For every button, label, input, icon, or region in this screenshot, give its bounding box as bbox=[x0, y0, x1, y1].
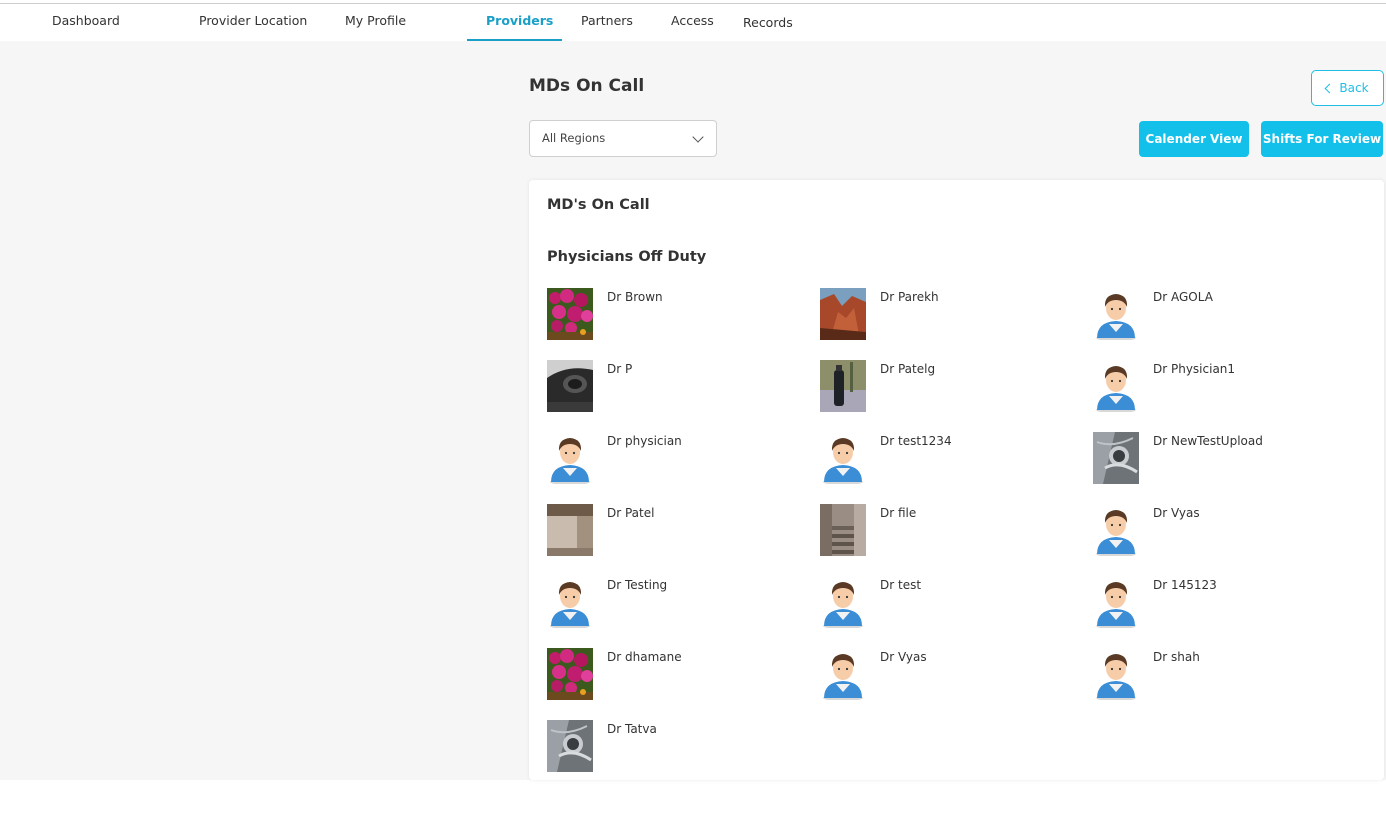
physician-name: Dr Tatva bbox=[607, 722, 657, 736]
physician-item[interactable]: Dr physician bbox=[547, 432, 807, 488]
physician-item[interactable]: Dr dhamane bbox=[547, 648, 807, 704]
physician-item[interactable]: Dr Brown bbox=[547, 288, 807, 344]
physician-name: Dr Vyas bbox=[1153, 506, 1200, 520]
physician-name: Dr Parekh bbox=[880, 290, 939, 304]
default-user-avatar-icon bbox=[1093, 648, 1139, 700]
default-user-avatar-icon bbox=[1093, 360, 1139, 412]
physician-photo bbox=[820, 288, 866, 340]
md-on-call-card: MD's On Call Physicians Off Duty Dr Brow… bbox=[529, 180, 1384, 780]
default-user-avatar-icon bbox=[1093, 504, 1139, 556]
physician-name: Dr file bbox=[880, 506, 917, 520]
physician-name: Dr Testing bbox=[607, 578, 668, 592]
default-user-avatar-icon bbox=[820, 576, 866, 628]
physician-item[interactable]: Dr test bbox=[820, 576, 1080, 632]
page-title: MDs On Call bbox=[529, 76, 645, 96]
physician-item[interactable]: Dr P bbox=[547, 360, 807, 416]
back-label: Back bbox=[1339, 81, 1369, 95]
physician-name: Dr Patelg bbox=[880, 362, 936, 376]
default-user-avatar-icon bbox=[820, 432, 866, 484]
default-user-avatar-icon bbox=[547, 576, 593, 628]
chevron-left-icon bbox=[1324, 83, 1335, 93]
physician-name: Dr P bbox=[607, 362, 633, 376]
physician-item[interactable]: Dr Tatva bbox=[547, 720, 807, 776]
physician-name: Dr AGOLA bbox=[1153, 290, 1213, 304]
region-select[interactable]: All Regions bbox=[529, 120, 717, 157]
physician-photo bbox=[1093, 432, 1139, 484]
region-select-value: All Regions bbox=[542, 131, 606, 145]
page-bottom bbox=[0, 780, 1386, 837]
physician-photo bbox=[547, 288, 593, 340]
physician-name: Dr test1234 bbox=[880, 434, 952, 448]
physician-photo bbox=[547, 360, 593, 412]
physician-name: Dr physician bbox=[607, 434, 682, 448]
physician-photo bbox=[547, 720, 593, 772]
physician-item[interactable]: Dr Patel bbox=[547, 504, 807, 560]
default-user-avatar-icon bbox=[1093, 576, 1139, 628]
physician-item[interactable]: Dr NewTestUpload bbox=[1093, 432, 1353, 488]
chevron-down-icon bbox=[692, 131, 704, 143]
physician-item[interactable]: Dr Parekh bbox=[820, 288, 1080, 344]
physician-name: Dr 145123 bbox=[1153, 578, 1217, 592]
physician-item[interactable]: Dr 145123 bbox=[1093, 576, 1353, 632]
physician-name: Dr test bbox=[880, 578, 922, 592]
default-user-avatar-icon bbox=[547, 432, 593, 484]
physician-photo bbox=[547, 648, 593, 700]
off-duty-title: Physicians Off Duty bbox=[547, 249, 707, 265]
calendar-view-button[interactable]: Calender View bbox=[1139, 121, 1249, 157]
physician-name: Dr NewTestUpload bbox=[1153, 434, 1263, 448]
physician-name: Dr Brown bbox=[607, 290, 663, 304]
physician-item[interactable]: Dr Vyas bbox=[820, 648, 1080, 704]
on-call-title: MD's On Call bbox=[547, 197, 650, 213]
physician-name: Dr Vyas bbox=[880, 650, 927, 664]
nav-records[interactable]: Records bbox=[743, 15, 793, 30]
physician-photo bbox=[547, 504, 593, 556]
default-user-avatar-icon bbox=[1093, 288, 1139, 340]
physician-name: Dr shah bbox=[1153, 650, 1200, 664]
nav-provider-location[interactable]: Provider Location bbox=[199, 13, 307, 28]
nav-providers[interactable]: Providers bbox=[486, 13, 553, 28]
physician-item[interactable]: Dr Physician1 bbox=[1093, 360, 1353, 416]
physician-name: Dr Physician1 bbox=[1153, 362, 1236, 376]
physician-item[interactable]: Dr Patelg bbox=[820, 360, 1080, 416]
physician-item[interactable]: Dr shah bbox=[1093, 648, 1353, 704]
physician-item[interactable]: Dr test1234 bbox=[820, 432, 1080, 488]
physician-item[interactable]: Dr file bbox=[820, 504, 1080, 560]
shifts-for-review-button[interactable]: Shifts For Review bbox=[1261, 121, 1383, 157]
nav-partners[interactable]: Partners bbox=[581, 13, 633, 28]
back-button[interactable]: Back bbox=[1311, 70, 1384, 106]
physician-item[interactable]: Dr AGOLA bbox=[1093, 288, 1353, 344]
physician-name: Dr Patel bbox=[607, 506, 655, 520]
nav-dashboard[interactable]: Dashboard bbox=[52, 13, 120, 28]
default-user-avatar-icon bbox=[820, 648, 866, 700]
nav-access[interactable]: Access bbox=[671, 13, 714, 28]
nav-my-profile[interactable]: My Profile bbox=[345, 13, 406, 28]
physician-item[interactable]: Dr Testing bbox=[547, 576, 807, 632]
physician-photo bbox=[820, 504, 866, 556]
physician-photo bbox=[820, 360, 866, 412]
top-navbar: Dashboard Provider Location My Profile P… bbox=[0, 4, 1386, 41]
physician-item[interactable]: Dr Vyas bbox=[1093, 504, 1353, 560]
physician-name: Dr dhamane bbox=[607, 650, 682, 664]
